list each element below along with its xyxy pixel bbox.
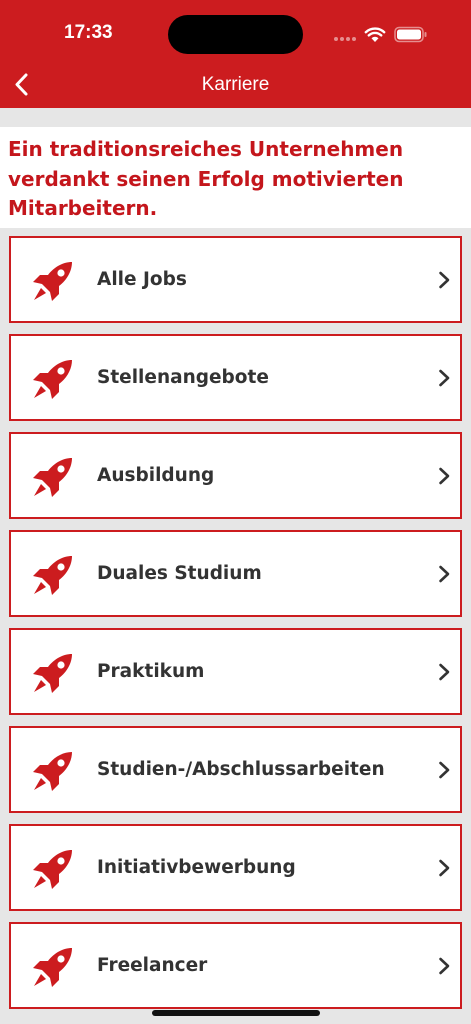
- list-item-duales-studium[interactable]: Duales Studium: [9, 530, 462, 617]
- rocket-icon: [33, 556, 72, 595]
- wifi-icon: [364, 27, 386, 42]
- list-item-label: Alle Jobs: [97, 269, 187, 290]
- intro-section: Ein traditionsreiches Unternehmen verdan…: [0, 127, 471, 228]
- page-title: Karriere: [201, 74, 270, 95]
- list-item-initiativbewerbung[interactable]: Initiativbewerbung: [9, 824, 462, 911]
- list-item-label: Duales Studium: [97, 563, 262, 584]
- chevron-right-icon: [439, 369, 450, 387]
- chevron-right-icon: [439, 467, 450, 485]
- app-header: 17:33 Karriere: [0, 0, 471, 108]
- chevron-right-icon: [439, 859, 450, 877]
- rocket-icon: [33, 360, 72, 399]
- cellular-signal-icon: [334, 37, 358, 43]
- list-item-label: Stellenangebote: [97, 367, 269, 388]
- rocket-icon: [33, 948, 72, 987]
- list-item-label: Praktikum: [97, 661, 205, 682]
- list-item-label: Freelancer: [97, 955, 208, 976]
- rocket-icon: [33, 850, 72, 889]
- rocket-icon: [33, 654, 72, 693]
- rocket-icon: [33, 752, 72, 791]
- chevron-right-icon: [439, 565, 450, 583]
- rocket-icon: [33, 262, 72, 301]
- list-item-label: Ausbildung: [97, 465, 215, 486]
- list-item-alle-jobs[interactable]: Alle Jobs: [9, 236, 462, 323]
- list-item-stellenangebote[interactable]: Stellenangebote: [9, 334, 462, 421]
- status-time: 17:33: [64, 22, 113, 43]
- list-item-label: Studien-/Abschlussarbeiten: [97, 759, 385, 780]
- list-item-label: Initiativbewerbung: [97, 857, 296, 878]
- chevron-right-icon: [439, 761, 450, 779]
- list-item-ausbildung[interactable]: Ausbildung: [9, 432, 462, 519]
- list-item-praktikum[interactable]: Praktikum: [9, 628, 462, 715]
- list-item-freelancer[interactable]: Freelancer: [9, 922, 462, 1009]
- intro-text: Ein traditionsreiches Unternehmen verdan…: [8, 137, 404, 220]
- list-item-abschlussarbeiten[interactable]: Studien-/Abschlussarbeiten: [9, 726, 462, 813]
- home-indicator[interactable]: [152, 1010, 320, 1016]
- chevron-right-icon: [439, 663, 450, 681]
- dynamic-island: [168, 15, 303, 54]
- battery-icon: [394, 26, 427, 43]
- rocket-icon: [33, 458, 72, 497]
- chevron-right-icon: [439, 957, 450, 975]
- chevron-right-icon: [439, 271, 450, 289]
